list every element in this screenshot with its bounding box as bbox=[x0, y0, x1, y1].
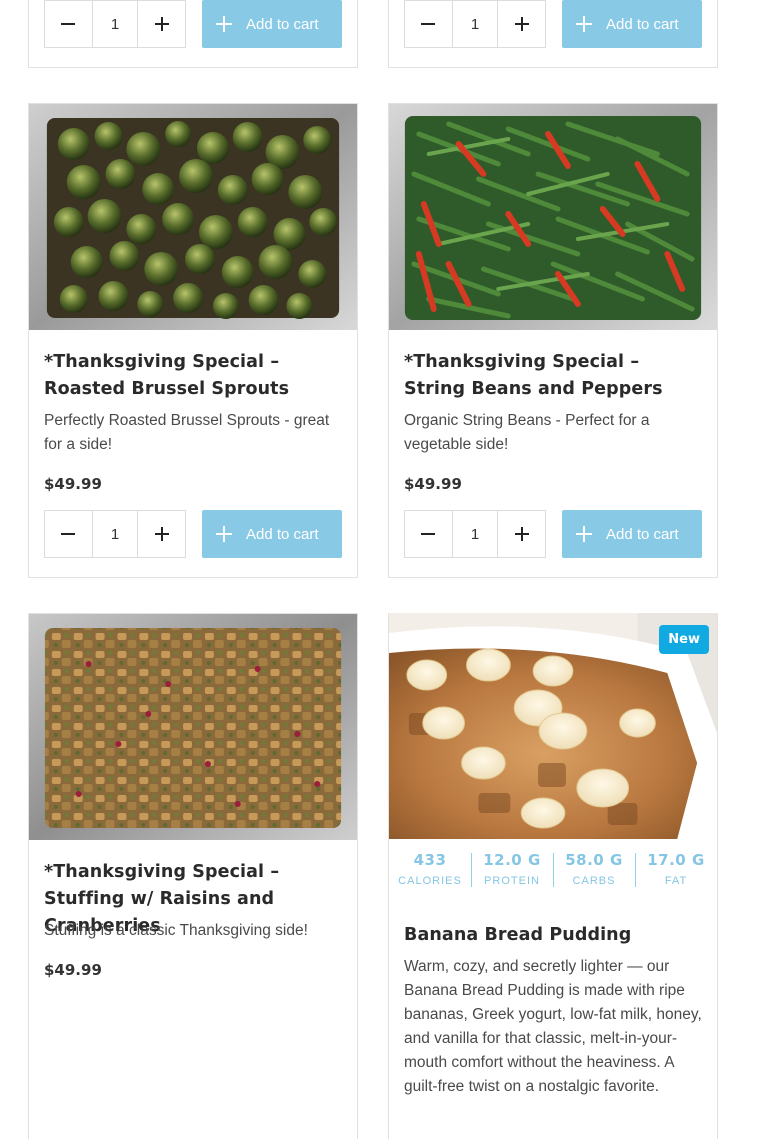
roasted-brussel-sprouts-photo bbox=[29, 104, 357, 330]
product-title[interactable]: *Thanksgiving Special – String Beans and… bbox=[404, 349, 703, 403]
plus-icon bbox=[514, 527, 529, 541]
add-to-cart-label: Add to cart bbox=[606, 525, 679, 543]
product-image[interactable] bbox=[29, 614, 357, 840]
plus-icon bbox=[216, 16, 232, 32]
add-to-cart-label: Add to cart bbox=[246, 15, 319, 33]
product-card-top-left: 1 Add to cart bbox=[28, 0, 358, 68]
product-title[interactable]: Banana Bread Pudding bbox=[404, 922, 703, 949]
product-card-brussel-sprouts[interactable]: *Thanksgiving Special – Roasted Brussel … bbox=[28, 103, 358, 578]
plus-icon bbox=[154, 527, 169, 541]
increase-quantity-button[interactable] bbox=[498, 511, 545, 557]
decrease-quantity-button[interactable] bbox=[405, 511, 452, 557]
protein-value: 12.0 G bbox=[483, 851, 541, 869]
product-card-top-right: 1 Add to cart bbox=[388, 0, 718, 68]
fat-value: 17.0 G bbox=[647, 851, 705, 869]
calories-label: CALORIES bbox=[398, 875, 462, 887]
product-card-string-beans[interactable]: *Thanksgiving Special – String Beans and… bbox=[388, 103, 718, 578]
add-to-cart-button[interactable]: Add to cart bbox=[202, 0, 342, 48]
quantity-input[interactable]: 1 bbox=[91, 511, 139, 557]
nutrition-summary: 433 CALORIES 12.0 G PROTEIN 58.0 G CARBS… bbox=[389, 849, 717, 897]
minus-icon bbox=[61, 23, 76, 25]
product-description: Perfectly Roasted Brussel Sprouts - grea… bbox=[44, 412, 330, 453]
stuffing-photo bbox=[29, 614, 357, 840]
quantity-input[interactable]: 1 bbox=[451, 1, 499, 47]
minus-icon bbox=[61, 533, 76, 535]
carbs-value: 58.0 G bbox=[565, 851, 623, 869]
fat-label: FAT bbox=[664, 875, 688, 887]
plus-icon bbox=[154, 17, 169, 31]
add-to-cart-label: Add to cart bbox=[246, 525, 319, 543]
product-description: Stuffing is a classic Thanksgiving side! bbox=[44, 922, 308, 939]
plus-icon bbox=[576, 16, 592, 32]
increase-quantity-button[interactable] bbox=[498, 1, 545, 47]
quantity-input[interactable]: 1 bbox=[451, 511, 499, 557]
add-to-cart-button[interactable]: Add to cart bbox=[562, 510, 702, 558]
product-description: Warm, cozy, and secretly lighter — our B… bbox=[404, 958, 702, 1095]
calories-value: 433 bbox=[413, 851, 447, 869]
decrease-quantity-button[interactable] bbox=[45, 511, 92, 557]
add-to-cart-button[interactable]: Add to cart bbox=[202, 510, 342, 558]
plus-icon bbox=[216, 526, 232, 542]
nutrition-protein: 12.0 G PROTEIN bbox=[471, 849, 553, 897]
product-price: $49.99 bbox=[44, 961, 102, 979]
nutrition-calories: 433 CALORIES bbox=[389, 849, 471, 897]
add-to-cart-button[interactable]: Add to cart bbox=[562, 0, 702, 48]
product-card-stuffing[interactable]: *Thanksgiving Special – Stuffing w/ Rais… bbox=[28, 613, 358, 1139]
string-beans-peppers-photo bbox=[389, 104, 717, 330]
minus-icon bbox=[421, 23, 436, 25]
decrease-quantity-button[interactable] bbox=[405, 1, 452, 47]
quantity-stepper: 1 bbox=[404, 510, 546, 558]
product-description: Organic String Beans - Perfect for a veg… bbox=[404, 412, 650, 453]
product-price: $49.99 bbox=[404, 475, 462, 493]
quantity-input[interactable]: 1 bbox=[91, 1, 139, 47]
nutrition-fat: 17.0 G FAT bbox=[635, 849, 717, 897]
increase-quantity-button[interactable] bbox=[138, 1, 185, 47]
decrease-quantity-button[interactable] bbox=[45, 1, 92, 47]
product-price: $49.99 bbox=[44, 475, 102, 493]
carbs-label: CARBS bbox=[572, 875, 616, 887]
minus-icon bbox=[421, 533, 436, 535]
plus-icon bbox=[576, 526, 592, 542]
product-card-banana-bread-pudding[interactable]: New 433 CALORIES 12.0 G PROTEIN 58.0 G C… bbox=[388, 613, 718, 1139]
quantity-stepper: 1 bbox=[44, 0, 186, 48]
product-image[interactable] bbox=[29, 104, 357, 330]
product-title[interactable]: *Thanksgiving Special – Roasted Brussel … bbox=[44, 349, 343, 403]
increase-quantity-button[interactable] bbox=[138, 511, 185, 557]
nutrition-carbs: 58.0 G CARBS bbox=[553, 849, 635, 897]
protein-label: PROTEIN bbox=[484, 875, 540, 887]
new-badge: New bbox=[659, 625, 709, 654]
plus-icon bbox=[514, 17, 529, 31]
add-to-cart-label: Add to cart bbox=[606, 15, 679, 33]
quantity-stepper: 1 bbox=[404, 0, 546, 48]
product-image[interactable] bbox=[389, 104, 717, 330]
quantity-stepper: 1 bbox=[44, 510, 186, 558]
